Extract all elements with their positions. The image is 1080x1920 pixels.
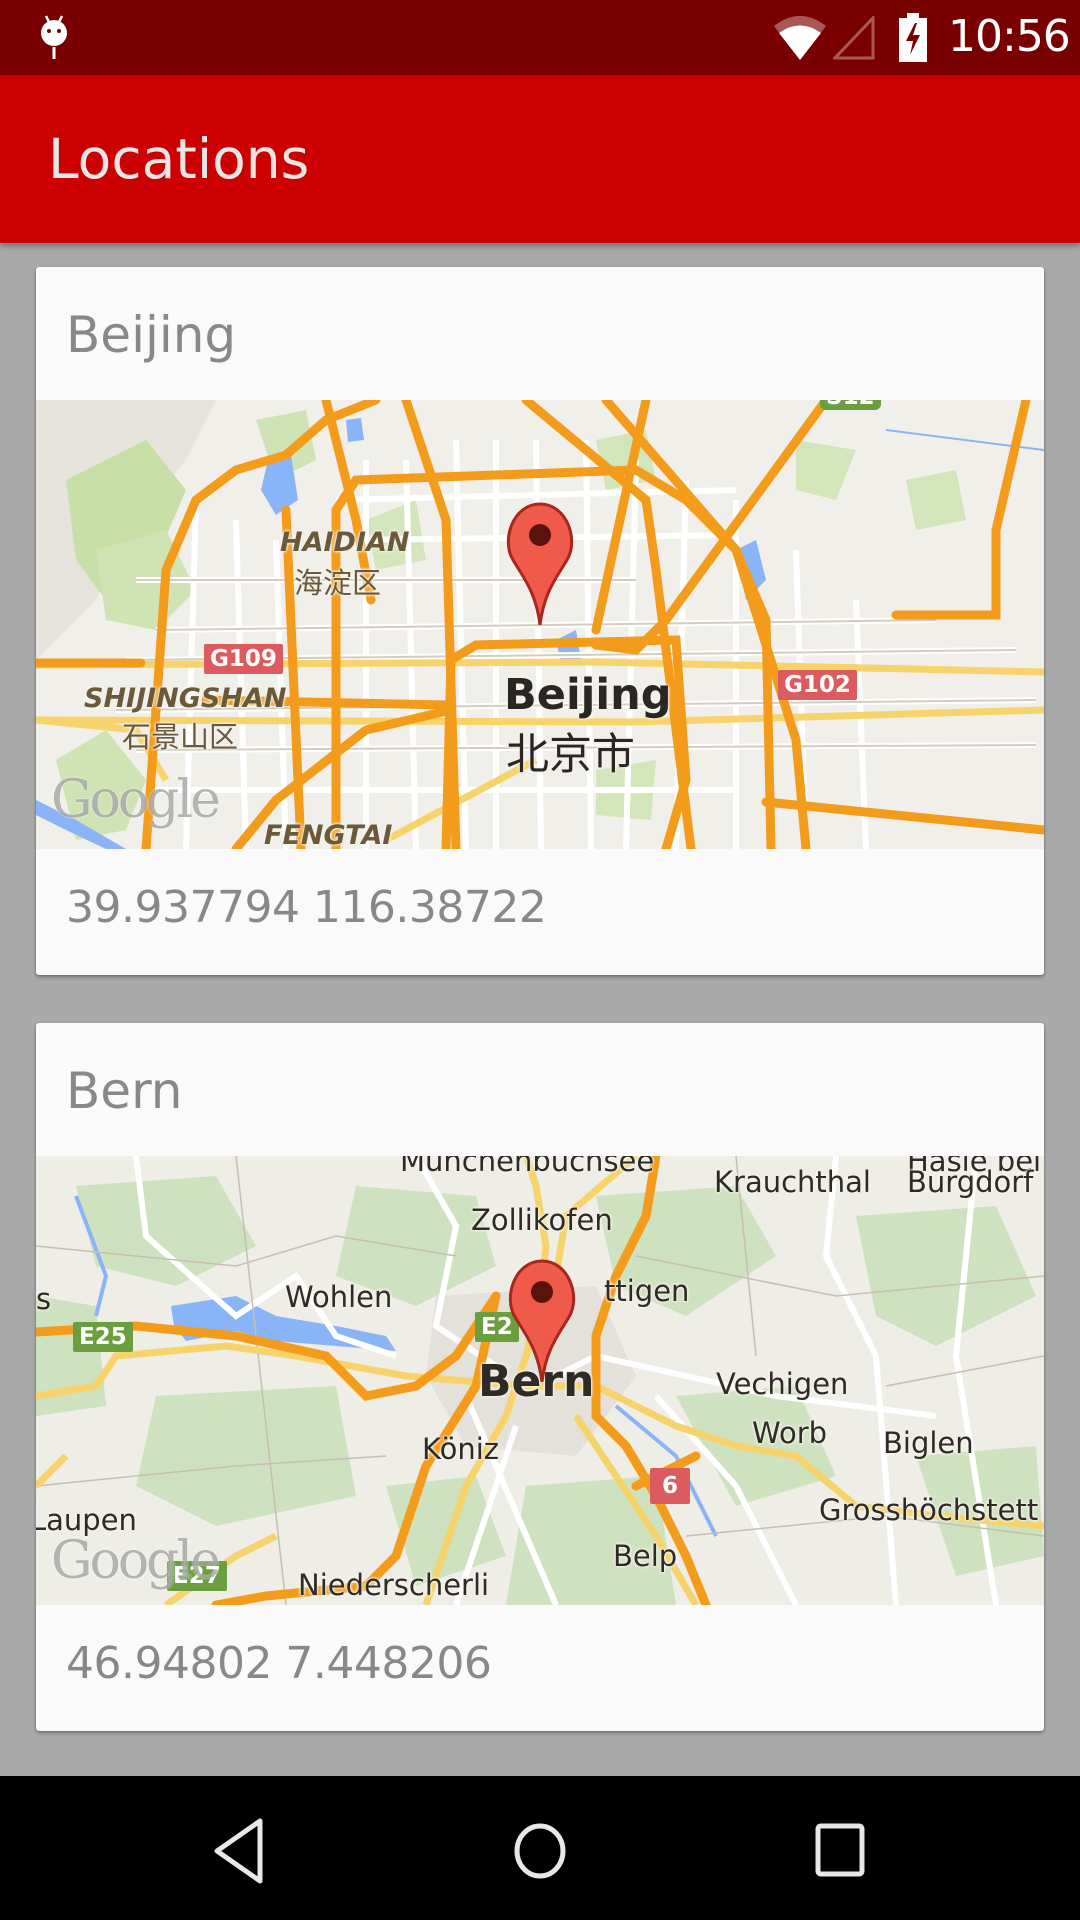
wifi-icon [774,16,826,60]
map-label-shijingshan-cn: 石景山区 [122,720,239,754]
location-card-beijing[interactable]: Beijing HAIDIAN 海淀区 G109 SHIJINGSHAN 石景山… [36,267,1044,975]
google-logo: Google [51,770,221,830]
android-debug-icon [41,15,67,59]
status-bar: 10:56 [0,0,1080,75]
map-marker-icon[interactable] [507,1259,577,1384]
map-label-wohlen: Wohlen [285,1280,393,1314]
navigation-bar [0,1776,1080,1920]
map-label-burgdorf: Burgdorf [907,1165,1034,1199]
clock: 10:56 [948,11,1071,62]
map-label-beijing-cn: 北京市 [506,730,635,780]
map-label-biglen: Biglen [883,1426,974,1460]
map-label-fengtai: FENGTAI [264,820,393,849]
cell-signal-icon [833,16,875,60]
road-badge-g102: G102 [778,670,857,700]
map-marker-icon[interactable] [505,502,575,627]
location-name: Bern [66,1062,183,1120]
map-label-shijingshan: SHIJINGSHAN [84,683,287,714]
location-card-bern[interactable]: Bern Münchenbuchsee Hasle bei Krauchthal… [36,1023,1044,1731]
recents-icon[interactable] [800,1816,880,1886]
location-coordinates: 46.94802 7.448206 [66,1638,492,1689]
app-title: Locations [48,127,310,191]
map-label-belp: Belp [613,1539,678,1573]
back-icon[interactable] [200,1816,280,1886]
road-badge-e25: E25 [73,1322,133,1352]
home-icon[interactable] [500,1816,580,1886]
map-label-edge-s: s [36,1282,52,1316]
location-coordinates: 39.937794 116.38722 [66,882,547,933]
map-label-haidian-cn: 海淀区 [294,566,382,600]
map-label-ittigen: ttigen [604,1274,690,1308]
road-badge-6: 6 [650,1468,691,1504]
google-logo: Google [51,1531,221,1591]
map-label-koeniz: Köniz [422,1432,499,1466]
map-label-haidian: HAIDIAN [280,527,410,558]
map-label-niederscherli: Niederscherli [298,1568,490,1602]
map-label-beijing: Beijing [504,670,672,720]
map-view[interactable]: Münchenbuchsee Hasle bei Krauchthal Burg… [36,1156,1044,1605]
battery-charging-icon [899,13,927,62]
map-label-muenchenbuchsee: Münchenbuchsee [400,1156,655,1178]
map-label-worb: Worb [752,1416,828,1450]
map-label-krauchthal: Krauchthal [714,1165,871,1199]
location-name: Beijing [66,306,237,364]
map-view[interactable]: HAIDIAN 海淀区 G109 SHIJINGSHAN 石景山区 Beijin… [36,400,1044,849]
road-badge-g109: G109 [204,644,283,674]
map-label-zollikofen: Zollikofen [471,1203,613,1237]
road-badge-top: S12 [820,400,881,410]
app-bar: Locations [0,75,1080,243]
map-label-vechigen: Vechigen [716,1367,849,1401]
map-label-grosshoechstetten: Grosshöchstett [819,1493,1039,1527]
